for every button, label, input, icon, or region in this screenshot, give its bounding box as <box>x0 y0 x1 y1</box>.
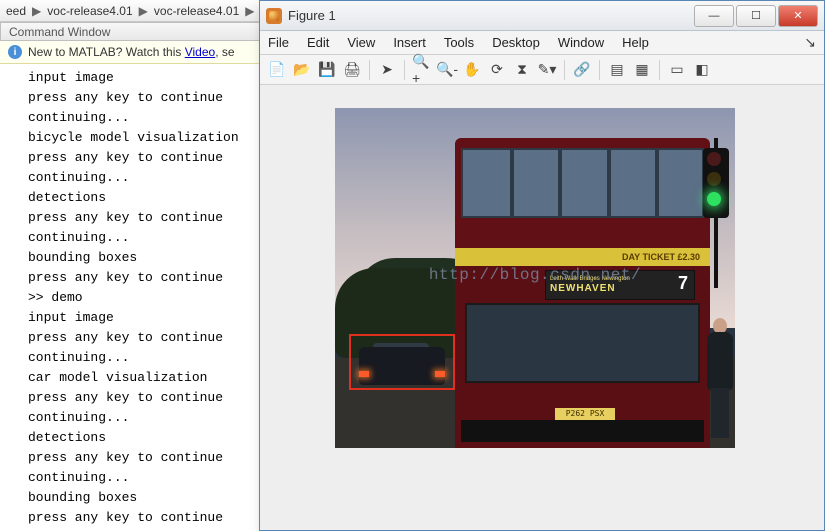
figure-titlebar[interactable]: Figure 1 — ☐ ✕ <box>260 1 824 31</box>
menu-view[interactable]: View <box>347 35 375 50</box>
toolbar-sep <box>599 60 600 80</box>
bus-plate: P262 PSX <box>555 408 615 420</box>
hide-tools-button[interactable]: ▭ <box>666 59 688 81</box>
dock-icon[interactable]: ↘ <box>804 34 816 51</box>
zoom-out-button[interactable]: 🔍- <box>436 59 458 81</box>
save-button[interactable]: 💾 <box>316 59 338 81</box>
image-axes: DAY TICKET £2.30 Leith Walk Bridges Newi… <box>335 108 735 448</box>
bus-dest-main: NEWHAVEN <box>550 283 690 294</box>
breadcrumb-seg[interactable]: voc-release4.01 <box>154 4 239 18</box>
figure-title: Figure 1 <box>288 8 692 23</box>
legend-button[interactable]: ▦ <box>631 59 653 81</box>
menu-help[interactable]: Help <box>622 35 649 50</box>
banner-prefix: New to MATLAB? Watch this <box>28 45 185 59</box>
breadcrumb-sep: ▶ <box>245 4 254 18</box>
show-tools-button[interactable]: ◧ <box>691 59 713 81</box>
menu-tools[interactable]: Tools <box>444 35 474 50</box>
maximize-button[interactable]: ☐ <box>736 5 776 27</box>
toolbar-sep <box>404 60 405 80</box>
open-button[interactable]: 📂 <box>291 59 313 81</box>
matlab-icon <box>266 8 282 24</box>
breadcrumb-seg[interactable]: eed <box>6 4 26 18</box>
minimize-button[interactable]: — <box>694 5 734 27</box>
figure-canvas[interactable]: DAY TICKET £2.30 Leith Walk Bridges Newi… <box>260 85 824 530</box>
toolbar-sep <box>564 60 565 80</box>
menu-edit[interactable]: Edit <box>307 35 329 50</box>
banner-text: New to MATLAB? Watch this Video, se <box>28 45 235 59</box>
figure-toolbar: 📄 📂 💾 🖨 ➤ 🔍+ 🔍- ✋ ⟳ ⧗ ✎▾ 🔗 ▤ ▦ ▭ ◧ <box>260 55 824 85</box>
brush-button[interactable]: ✎▾ <box>536 59 558 81</box>
menu-desktop[interactable]: Desktop <box>492 35 540 50</box>
breadcrumb-sep: ▶ <box>32 4 41 18</box>
menu-insert[interactable]: Insert <box>393 35 426 50</box>
breadcrumb-sep: ▶ <box>139 4 148 18</box>
colorbar-button[interactable]: ▤ <box>606 59 628 81</box>
scene-bus: DAY TICKET £2.30 Leith Walk Bridges Newi… <box>455 138 710 448</box>
pan-button[interactable]: ✋ <box>461 59 483 81</box>
zoom-in-button[interactable]: 🔍+ <box>411 59 433 81</box>
menu-window[interactable]: Window <box>558 35 604 50</box>
scene-pedestrian <box>701 318 735 438</box>
figure-menubar: File Edit View Insert Tools Desktop Window Help… <box>260 31 824 55</box>
info-icon: i <box>8 45 22 59</box>
close-button[interactable]: ✕ <box>778 5 818 27</box>
rotate-button[interactable]: ⟳ <box>486 59 508 81</box>
menu-file[interactable]: File <box>268 35 289 50</box>
bus-band-text: DAY TICKET £2.30 <box>455 248 710 266</box>
video-link[interactable]: Video <box>185 45 215 59</box>
toolbar-sep <box>659 60 660 80</box>
link-button[interactable]: 🔗 <box>571 59 593 81</box>
toolbar-sep <box>369 60 370 80</box>
datacursor-button[interactable]: ⧗ <box>511 59 533 81</box>
detection-bbox <box>349 334 455 390</box>
figure-window: Figure 1 — ☐ ✕ File Edit View Insert Tools De… <box>259 0 825 531</box>
print-button[interactable]: 🖨 <box>341 59 363 81</box>
new-figure-button[interactable]: 📄 <box>266 59 288 81</box>
pointer-button[interactable]: ➤ <box>376 59 398 81</box>
banner-suffix: , se <box>215 45 234 59</box>
image-watermark: http://blog.csdn.net/ <box>335 266 735 284</box>
breadcrumb-seg[interactable]: voc-release4.01 <box>47 4 132 18</box>
